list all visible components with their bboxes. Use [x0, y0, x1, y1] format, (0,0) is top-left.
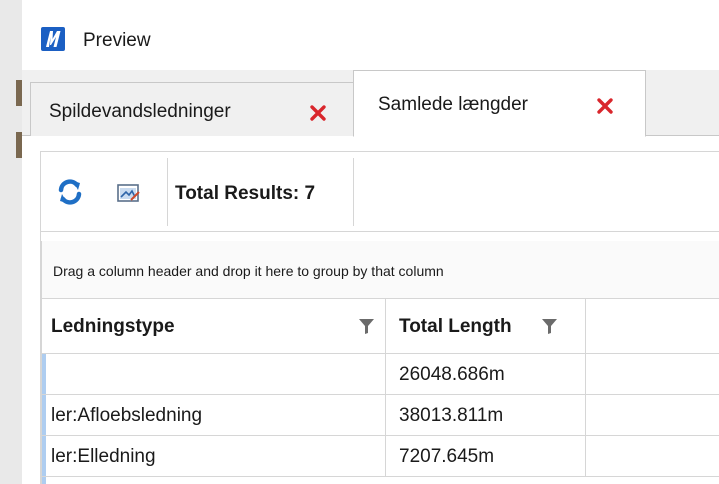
tab-strip: Spildevandsledninger Samlede længder	[22, 70, 719, 137]
cell-text: 26048.686m	[399, 364, 505, 385]
cell-text: 38013.811m	[399, 405, 504, 426]
close-icon[interactable]	[596, 97, 614, 115]
table-row[interactable]: ler:Afloebsledning 38013.811m	[42, 395, 719, 436]
cell-text: 7207.645m	[399, 446, 495, 467]
table-row[interactable]: ler:Elledning 7207.645m	[42, 436, 719, 477]
column-header-total-length[interactable]: Total Length	[386, 299, 586, 354]
microstation-logo-icon	[41, 27, 65, 51]
cell-ledningstype[interactable]: ler:Elledning	[46, 436, 386, 477]
export-icon[interactable]	[113, 178, 145, 210]
window-title: Preview	[83, 30, 151, 51]
table-row[interactable]: 26048.686m	[42, 354, 719, 395]
background-window-edge	[0, 0, 22, 484]
results-panel: Total Results: 7 Drag a column header an…	[40, 151, 719, 484]
column-header-ledningstype[interactable]: Ledningstype	[46, 299, 386, 354]
filter-icon[interactable]	[541, 318, 558, 335]
data-grid: Drag a column header and drop it here to…	[41, 241, 719, 484]
column-header-label: Total Length	[399, 316, 512, 337]
cell-ledningstype[interactable]: ler:Afloebsledning	[46, 395, 386, 436]
filter-icon[interactable]	[358, 318, 375, 335]
close-icon[interactable]	[309, 104, 327, 122]
group-by-drop-zone[interactable]: Drag a column header and drop it here to…	[42, 241, 719, 299]
cell-total-length[interactable]: 38013.811m	[386, 395, 586, 436]
total-results-label: Total Results: 7	[175, 183, 316, 204]
toolbar-separator	[167, 158, 168, 226]
group-by-hint: Drag a column header and drop it here to…	[53, 263, 444, 279]
tab-spildevandsledninger[interactable]: Spildevandsledninger	[30, 82, 369, 136]
cell-total-length[interactable]: 26048.686m	[386, 354, 586, 395]
title-bar[interactable]: Preview	[22, 0, 719, 70]
grid-body: Ledningstype Total Length 26048.686m ler…	[42, 299, 719, 484]
tab-label: Samlede længder	[378, 94, 528, 115]
grid-header-row: Ledningstype Total Length	[42, 299, 719, 354]
results-toolbar: Total Results: 7	[41, 152, 719, 232]
tab-label: Spildevandsledninger	[49, 101, 231, 122]
column-header-label: Ledningstype	[51, 316, 175, 337]
tab-samlede-laengder[interactable]: Samlede længder	[353, 70, 646, 137]
cell-total-length[interactable]: 7207.645m	[386, 436, 586, 477]
refresh-icon[interactable]	[54, 176, 86, 208]
cell-text: ler:Afloebsledning	[51, 405, 203, 426]
cell-text: ler:Elledning	[51, 446, 156, 467]
toolbar-separator	[353, 158, 354, 226]
cell-ledningstype[interactable]	[46, 354, 386, 395]
preview-window: Preview Spildevandsledninger Samlede læn…	[22, 0, 719, 484]
